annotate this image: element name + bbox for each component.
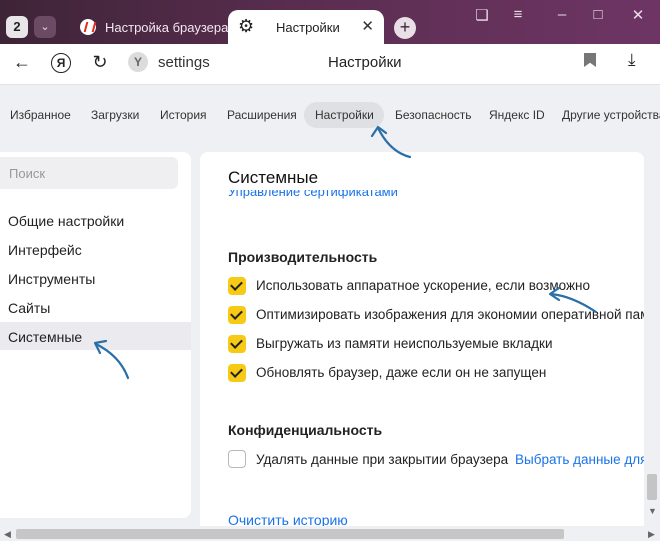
gear-icon: ⚙ (238, 16, 255, 36)
scroll-right-arrow-icon[interactable]: ▶ (648, 529, 655, 540)
site-info-icon[interactable]: Y (128, 52, 148, 72)
choose-data-link[interactable]: Выбрать данные для удаления (515, 452, 644, 467)
close-window-button[interactable]: ✕ (624, 6, 652, 24)
menu-item-other-devices[interactable]: Другие устройства (562, 108, 660, 122)
tab-counter[interactable]: 2 (6, 16, 28, 38)
yandex-button-icon[interactable]: Я (51, 53, 71, 73)
bookmark-icon[interactable] (584, 53, 596, 67)
tab-browser-setup[interactable]: Настройка браузера (70, 10, 229, 44)
menu-item-extensions[interactable]: Расширения (227, 108, 297, 122)
tab-list-chevron-icon[interactable]: ⌄ (34, 16, 56, 38)
sidebar-item-general[interactable]: Общие настройки (8, 213, 124, 229)
menu-item-history[interactable]: История (160, 108, 207, 122)
certificates-link[interactable]: Управление сертификатами (228, 190, 398, 201)
sidebar-item-sites[interactable]: Сайты (8, 300, 50, 316)
clear-on-exit-label[interactable]: Удалять данные при закрытии браузера (256, 452, 508, 467)
settings-content: Системные Управление сертификатами Произ… (200, 152, 644, 532)
background-update-checkbox[interactable] (228, 364, 246, 382)
hardware-acceleration-checkbox[interactable] (228, 277, 246, 295)
download-icon[interactable]: ⤓ (628, 50, 636, 70)
unload-tabs-label[interactable]: Выгружать из памяти неиспользуемые вклад… (256, 336, 552, 351)
menu-icon[interactable]: ≡ (504, 6, 532, 23)
url-text[interactable]: settings (158, 54, 210, 71)
bookmarks-panel-icon[interactable]: ❏ (468, 6, 496, 24)
sidebar-item-interface[interactable]: Интерфейс (8, 242, 82, 258)
tab-title: Настройки (276, 20, 340, 35)
settings-search-input[interactable]: Поиск (0, 157, 178, 189)
sidebar-item-system[interactable]: Системные (8, 329, 82, 345)
unload-tabs-checkbox[interactable] (228, 335, 246, 353)
section-title: Системные (228, 168, 319, 187)
yandex-browser-icon (80, 19, 96, 35)
new-tab-button[interactable]: + (394, 17, 416, 39)
page-title: Настройки (328, 54, 402, 71)
privacy-heading: Конфиденциальность (228, 422, 383, 438)
menu-item-yandex-id[interactable]: Яндекс ID (489, 108, 545, 122)
back-arrow-icon[interactable]: ← (10, 52, 34, 73)
tab-settings[interactable]: ⚙ Настройки ✕ (228, 10, 384, 44)
optimize-images-checkbox[interactable] (228, 306, 246, 324)
optimize-images-label[interactable]: Оптимизировать изображения для экономии … (256, 307, 644, 322)
close-tab-icon[interactable]: ✕ (361, 17, 374, 35)
minimize-button[interactable]: – (548, 6, 576, 23)
title-bar: 2 ⌄ Настройка браузера ⚙ Настройки ✕ + ❏… (0, 0, 660, 44)
scroll-left-arrow-icon[interactable]: ◀ (4, 529, 11, 540)
performance-heading: Производительность (228, 249, 378, 265)
vertical-scroll-thumb[interactable] (647, 474, 657, 500)
horizontal-scroll-thumb[interactable] (16, 529, 564, 539)
hardware-acceleration-label[interactable]: Использовать аппаратное ускорение, если … (256, 278, 590, 293)
menu-item-downloads[interactable]: Загрузки (91, 108, 139, 122)
maximize-button[interactable]: □ (584, 6, 612, 23)
reload-icon[interactable]: ↻ (88, 52, 112, 73)
tab-title: Настройка браузера (105, 20, 229, 35)
menu-item-settings[interactable]: Настройки (315, 108, 374, 122)
background-update-label[interactable]: Обновлять браузер, даже если он не запущ… (256, 365, 546, 380)
clear-on-exit-checkbox[interactable] (228, 450, 246, 468)
menu-item-security[interactable]: Безопасность (395, 108, 472, 122)
vertical-scrollbar[interactable] (646, 152, 658, 518)
scroll-down-arrow-icon[interactable]: ▼ (648, 506, 657, 516)
menu-item-favorites[interactable]: Избранное (10, 108, 71, 122)
sidebar-item-tools[interactable]: Инструменты (8, 271, 95, 287)
address-bar: ← Я ↻ Y settings Настройки ⤓ (0, 44, 660, 85)
search-placeholder: Поиск (9, 166, 46, 181)
